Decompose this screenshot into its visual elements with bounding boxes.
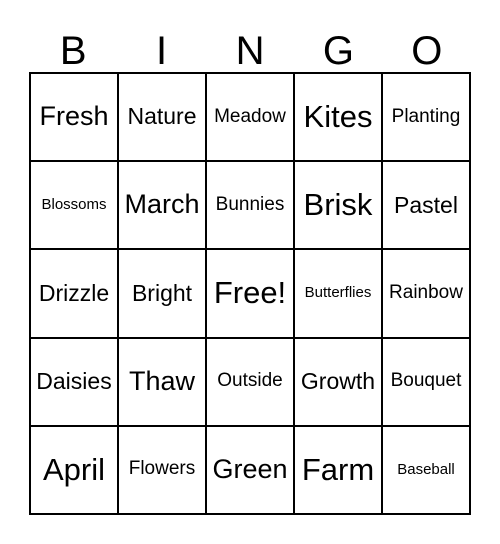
bingo-cell-label: Farm: [301, 451, 375, 487]
header-letter-b: B: [59, 29, 87, 73]
bingo-cell-label: Planting: [391, 105, 461, 127]
bingo-cell-label: Butterflies: [304, 284, 372, 302]
bingo-card: B I N G O Fresh Nature Meadow Kites Planting…: [0, 0, 500, 544]
free-space-label: Free!: [213, 275, 287, 311]
bingo-cell[interactable]: Bouquet: [383, 338, 471, 427]
bingo-cell[interactable]: Daisies: [31, 338, 119, 427]
bingo-cell-label: Nature: [127, 103, 197, 130]
bingo-cell[interactable]: Thaw: [119, 338, 207, 427]
bingo-cell-label: Bouquet: [390, 370, 462, 392]
bingo-cell[interactable]: Bunnies: [207, 162, 295, 251]
header-letter-g: G: [322, 29, 354, 73]
bingo-cell-label: Pastel: [394, 191, 458, 218]
bingo-cell[interactable]: Farm: [295, 426, 383, 515]
bingo-cell[interactable]: Meadow: [207, 74, 295, 163]
bingo-cell-label: Growth: [300, 368, 376, 395]
bingo-cell[interactable]: Fresh: [31, 74, 119, 163]
bingo-cell[interactable]: Drizzle: [31, 250, 119, 339]
bingo-cell[interactable]: Green: [207, 426, 295, 515]
bingo-cell-label: Flowers: [128, 458, 196, 480]
bingo-cell[interactable]: Brisk: [295, 162, 383, 251]
bingo-cell-label: Blossoms: [41, 196, 107, 214]
bingo-cell-label: Bunnies: [215, 193, 285, 215]
bingo-cell-label: Drizzle: [38, 279, 110, 306]
bingo-cell[interactable]: Flowers: [119, 426, 207, 515]
bingo-cell[interactable]: Outside: [207, 338, 295, 427]
bingo-cell-label: Meadow: [214, 105, 286, 127]
bingo-cell-label: Daisies: [36, 368, 112, 395]
bingo-cell-label: Outside: [217, 370, 283, 392]
header-letter-i: I: [156, 29, 168, 73]
bingo-cell-label: Green: [212, 454, 288, 485]
bingo-cell[interactable]: Growth: [295, 338, 383, 427]
header-letter-n: N: [235, 29, 265, 73]
bingo-cell[interactable]: Nature: [119, 74, 207, 163]
bingo-cell-label: April: [42, 451, 105, 487]
bingo-cell[interactable]: Kites: [295, 74, 383, 163]
bingo-cell-label: Thaw: [128, 365, 196, 396]
bingo-cell[interactable]: Planting: [383, 74, 471, 163]
bingo-cell[interactable]: Butterflies: [295, 250, 383, 339]
header-letter-o: O: [411, 29, 443, 73]
bingo-cell[interactable]: Baseball: [383, 426, 471, 515]
bingo-cell[interactable]: Blossoms: [31, 162, 119, 251]
bingo-grid: Fresh Nature Meadow Kites Planting Blossoms Ma…: [29, 72, 471, 515]
bingo-cell-label: Baseball: [397, 460, 455, 478]
bingo-cell-label: Fresh: [39, 101, 109, 132]
bingo-cell-label: Kites: [303, 99, 373, 135]
bingo-cell[interactable]: April: [31, 426, 119, 515]
bingo-free-space-cell[interactable]: Free!: [207, 250, 295, 339]
bingo-cell-label: March: [124, 189, 200, 220]
bingo-cell[interactable]: Rainbow: [383, 250, 471, 339]
bingo-cell[interactable]: March: [119, 162, 207, 251]
bingo-cell-label: Brisk: [303, 187, 373, 223]
bingo-cell-label: Bright: [131, 279, 193, 306]
bingo-header-row: B I N G O: [29, 18, 471, 72]
bingo-cell[interactable]: Bright: [119, 250, 207, 339]
bingo-cell-label: Rainbow: [389, 282, 463, 304]
bingo-cell[interactable]: Pastel: [383, 162, 471, 251]
